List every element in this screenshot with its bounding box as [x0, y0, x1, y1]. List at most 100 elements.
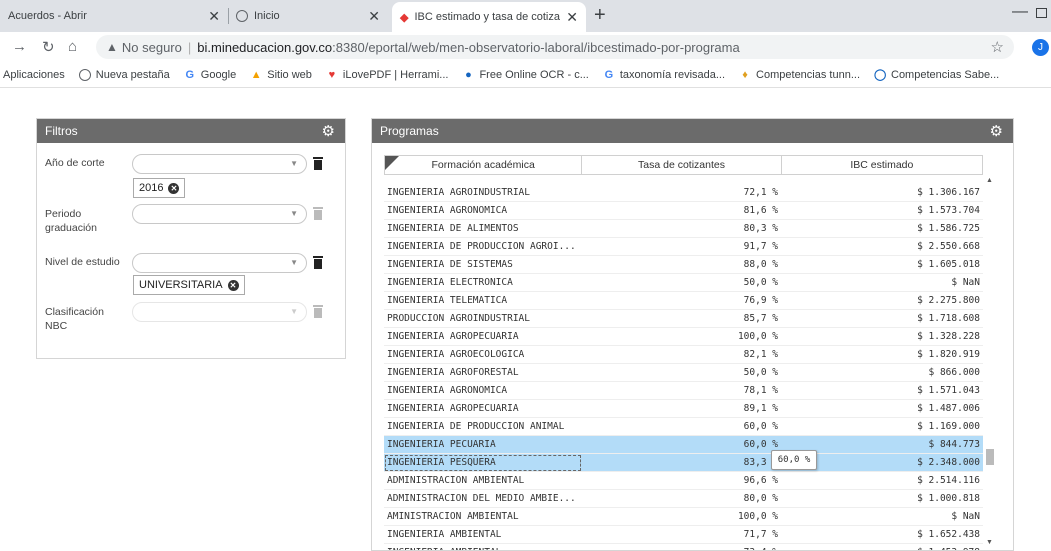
maximize-icon[interactable]: [1036, 8, 1047, 18]
cell-tasa[interactable]: 80,0 %: [582, 490, 782, 508]
cell-formacion[interactable]: INGENIERIA AGRONOMICA: [384, 202, 582, 220]
table-row[interactable]: INGENIERIA AGROECOLOGICA 82,1 % $ 1.820.91…: [384, 346, 983, 364]
table-row[interactable]: PRODUCCION AGROINDUSTRIAL 85,7 % $ 1.718.6…: [384, 310, 983, 328]
home-icon[interactable]: ⌂: [68, 38, 77, 55]
cell-ibc[interactable]: $ 1.000.818: [782, 490, 983, 508]
table-row[interactable]: INGENIERIA DE ALIMENTOS 80,3 % $ 1.586.725: [384, 220, 983, 238]
scroll-up-icon[interactable]: ▲: [986, 177, 993, 184]
table-row[interactable]: INGENIERIA ELECTRONICA 50,0 % $ NaN: [384, 274, 983, 292]
filter-select-nivel[interactable]: ▼: [132, 253, 307, 273]
column-header-ibc[interactable]: IBC estimado: [782, 156, 982, 174]
bookmark-free-ocr[interactable]: ● Free Online OCR - c...: [462, 69, 589, 81]
table-row[interactable]: INGENIERIA TELEMATICA 76,9 % $ 2.275.800: [384, 292, 983, 310]
cell-ibc[interactable]: $ 1.573.704: [782, 202, 983, 220]
cell-ibc[interactable]: $ 1.306.167: [782, 184, 983, 202]
cell-tasa[interactable]: 60,0 %: [582, 436, 782, 454]
cell-tasa[interactable]: 78,1 %: [582, 382, 782, 400]
table-row[interactable]: INGENIERIA PECUARIA 60,0 % $ 844.773: [384, 436, 983, 454]
cell-formacion[interactable]: INGENIERIA AGROECOLOGICA: [384, 346, 582, 364]
bookmark-sitio-web[interactable]: ▲ Sitio web: [250, 69, 312, 81]
bookmark-competencias-tunn[interactable]: ♦ Competencias tunn...: [739, 69, 860, 81]
cell-tasa[interactable]: 82,1 %: [582, 346, 782, 364]
remove-chip-icon[interactable]: ✕: [227, 279, 239, 291]
cell-ibc[interactable]: $ 866.000: [782, 364, 983, 382]
cell-formacion[interactable]: INGENIERIA DE ALIMENTOS: [384, 220, 582, 238]
close-icon[interactable]: ✕: [208, 8, 220, 25]
avatar[interactable]: J: [1032, 39, 1049, 56]
tab-acuerdos[interactable]: Acuerdos - Abrir ✕: [0, 0, 228, 32]
cell-ibc[interactable]: $ 1.652.438: [782, 526, 983, 544]
cell-ibc[interactable]: $ 2.514.116: [782, 472, 983, 490]
cell-tasa[interactable]: 89,1 %: [582, 400, 782, 418]
cell-formacion[interactable]: INGENIERIA DE PRODUCCION AGROI...: [384, 238, 582, 256]
cell-ibc[interactable]: $ 1.487.006: [782, 400, 983, 418]
bookmark-nueva-pestana[interactable]: Nueva pestaña: [78, 68, 170, 81]
cell-tasa[interactable]: 60,0 %: [582, 418, 782, 436]
cell-formacion[interactable]: INGENIERIA AGROFORESTAL: [384, 364, 582, 382]
gear-icon[interactable]: ⚙: [322, 122, 335, 140]
cell-formacion[interactable]: INGENIERIA PECUARIA: [384, 436, 582, 454]
bookmark-ilovepdf[interactable]: ♥ iLovePDF | Herrami...: [326, 69, 449, 81]
table-row[interactable]: INGENIERIA AGROPECUARIA 100,0 % $ 1.328.22…: [384, 328, 983, 346]
table-row[interactable]: INGENIERIA DE SISTEMAS 88,0 % $ 1.605.018: [384, 256, 983, 274]
tab-inicio[interactable]: Inicio ✕: [228, 0, 388, 32]
cell-formacion[interactable]: ADMINISTRACION DEL MEDIO AMBIE...: [384, 490, 582, 508]
bookmark-star-icon[interactable]: ☆: [991, 38, 1004, 56]
cell-tasa[interactable]: 85,7 %: [582, 310, 782, 328]
table-row[interactable]: INGENIERIA DE PRODUCCION ANIMAL 60,0 % $ 1…: [384, 418, 983, 436]
cell-formacion[interactable]: ADMINISTRACION AMBIENTAL: [384, 472, 582, 490]
cell-ibc[interactable]: $ NaN: [782, 508, 983, 526]
cell-tasa[interactable]: 71,7 %: [582, 526, 782, 544]
table-row[interactable]: INGENIERIA AGROFORESTAL 50,0 % $ 866.000: [384, 364, 983, 382]
table-row[interactable]: INGENIERIA AGROINDUSTRIAL 72,1 % $ 1.306.1…: [384, 184, 983, 202]
trash-icon[interactable]: [313, 207, 323, 220]
scrollbar[interactable]: ▲ ▼: [985, 175, 995, 550]
cell-tasa[interactable]: 81,6 %: [582, 202, 782, 220]
tab-ibc-estimado[interactable]: ◆ IBC estimado y tasa de cotizante ✕: [392, 2, 586, 32]
close-icon[interactable]: ✕: [566, 9, 578, 26]
cell-formacion[interactable]: INGENIERIA PESQUERA: [384, 454, 582, 472]
filter-select-ano[interactable]: ▼: [132, 154, 307, 174]
filter-select-periodo[interactable]: ▼: [132, 204, 307, 224]
table-row[interactable]: INGENIERIA AGROPECUARIA 89,1 % $ 1.487.006: [384, 400, 983, 418]
filter-select-nbc[interactable]: ▼: [132, 302, 307, 322]
url-field[interactable]: ▲ No seguro | bi.mineducacion.gov.co :83…: [96, 35, 1014, 59]
cell-formacion[interactable]: AMINISTRACION AMBIENTAL: [384, 508, 582, 526]
cell-formacion[interactable]: INGENIERIA AGROINDUSTRIAL: [384, 184, 582, 202]
cell-tasa[interactable]: 50,0 %: [582, 274, 782, 292]
cell-tasa[interactable]: 96,6 %: [582, 472, 782, 490]
warning-icon[interactable]: ▲: [106, 40, 118, 54]
forward-icon[interactable]: →: [12, 38, 27, 55]
filter-chip-ano[interactable]: 2016 ✕: [133, 178, 186, 198]
scrollbar-thumb[interactable]: [986, 449, 994, 465]
cell-formacion[interactable]: INGENIERIA TELEMATICA: [384, 292, 582, 310]
cell-ibc[interactable]: $ 1.571.043: [782, 382, 983, 400]
bookmark-aplicaciones[interactable]: Aplicaciones: [3, 69, 65, 81]
table-row[interactable]: INGENIERIA AMBIENTAL73,4 %$ 1.453.978: [384, 544, 983, 550]
cell-tasa[interactable]: 91,7 %: [582, 238, 782, 256]
cell-ibc[interactable]: $ 1.328.228: [782, 328, 983, 346]
cell-ibc[interactable]: $ 1.718.608: [782, 310, 983, 328]
column-header-tasa[interactable]: Tasa de cotizantes: [582, 156, 782, 174]
cell-ibc[interactable]: $ 1.586.725: [782, 220, 983, 238]
cell-formacion[interactable]: INGENIERIA AGRONOMICA: [384, 382, 582, 400]
table-row[interactable]: INGENIERIA PESQUERA 83,3 % $ 2.348.000: [384, 454, 983, 472]
trash-icon[interactable]: [313, 157, 323, 170]
cell-formacion[interactable]: INGENIERIA DE PRODUCCION ANIMAL: [384, 418, 582, 436]
cell-ibc[interactable]: $ 1.453.978: [782, 544, 983, 550]
scroll-down-icon[interactable]: ▼: [986, 539, 993, 546]
cell-tasa[interactable]: 72,1 %: [582, 184, 782, 202]
cell-ibc[interactable]: $ 2.275.800: [782, 292, 983, 310]
table-row[interactable]: INGENIERIA DE PRODUCCION AGROI... 91,7 % $…: [384, 238, 983, 256]
table-row[interactable]: ADMINISTRACION DEL MEDIO AMBIE... 80,0 % $…: [384, 490, 983, 508]
cell-tasa[interactable]: 83,3 %: [582, 454, 782, 472]
cell-ibc[interactable]: $ 2.550.668: [782, 238, 983, 256]
cell-formacion[interactable]: INGENIERIA ELECTRONICA: [384, 274, 582, 292]
table-row[interactable]: INGENIERIA AMBIENTAL 71,7 % $ 1.652.438: [384, 526, 983, 544]
table-row[interactable]: ADMINISTRACION AMBIENTAL 96,6 % $ 2.514.11…: [384, 472, 983, 490]
reload-icon[interactable]: ↻: [42, 38, 55, 56]
cell-tasa[interactable]: 50,0 %: [582, 364, 782, 382]
bookmark-taxonomia[interactable]: Gtaxonomía revisada...: [603, 69, 725, 81]
remove-chip-icon[interactable]: ✕: [168, 182, 180, 194]
cell-ibc[interactable]: $ 1.605.018: [782, 256, 983, 274]
